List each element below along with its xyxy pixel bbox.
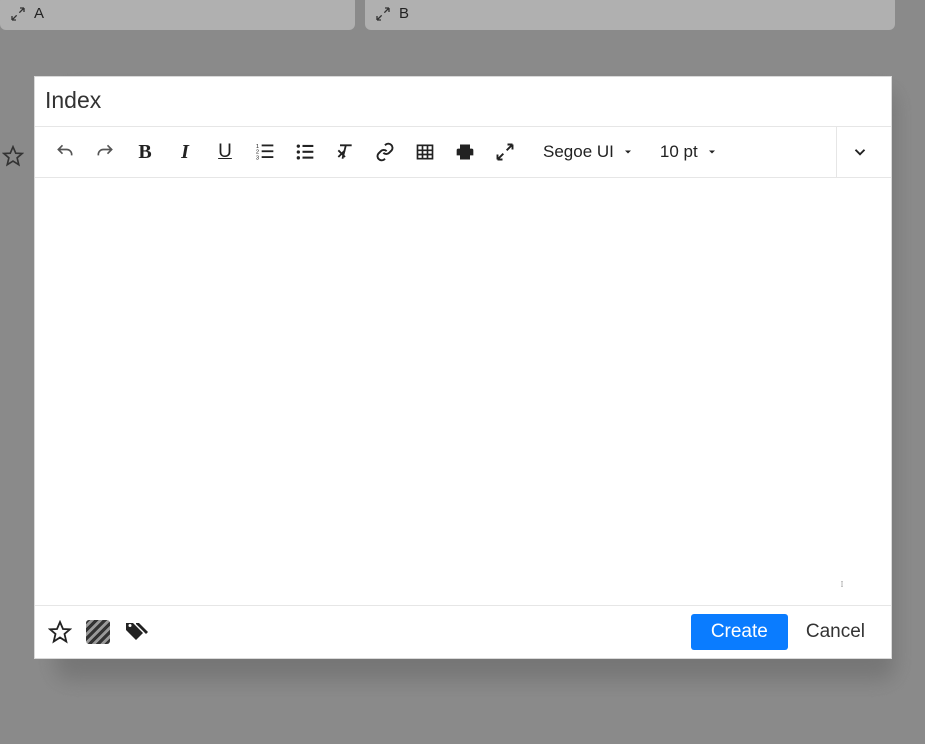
editor-modal: Index B I U 123 Sego [34,76,892,659]
modal-footer: Create Cancel [35,606,891,658]
texture-button[interactable] [83,617,113,647]
editor-toolbar: B I U 123 Segoe UI 10 pt [35,127,891,178]
print-button[interactable] [447,135,483,169]
background-card-b: B [365,0,895,30]
redo-button[interactable] [87,135,123,169]
expand-icon [10,6,26,22]
card-b-label: B [399,5,409,22]
unordered-list-icon [295,142,315,162]
clear-formatting-button[interactable] [327,135,363,169]
star-icon [48,620,72,644]
text-cursor-icon [841,573,843,595]
create-button[interactable]: Create [691,614,788,650]
favorite-button[interactable] [45,617,75,647]
cancel-button[interactable]: Cancel [796,614,875,650]
card-a-label: A [34,5,44,22]
tag-icon [124,620,148,644]
toolbar-separator [836,127,837,177]
link-icon [375,142,395,162]
bold-button[interactable]: B [127,135,163,169]
clear-format-icon [335,142,355,162]
chevron-down-icon [851,143,869,161]
italic-button[interactable]: I [167,135,203,169]
undo-icon [55,142,75,162]
ordered-list-button[interactable]: 123 [247,135,283,169]
modal-title: Index [35,77,891,127]
caret-down-icon [706,146,718,158]
favorite-star-background[interactable] [2,145,24,172]
editor-textarea[interactable] [35,178,891,606]
expand-icon [375,6,391,22]
font-size-value: 10 pt [660,142,698,162]
fullscreen-button[interactable] [487,135,523,169]
table-icon [415,142,435,162]
font-size-dropdown[interactable]: 10 pt [644,142,724,162]
undo-button[interactable] [47,135,83,169]
redo-icon [95,142,115,162]
table-button[interactable] [407,135,443,169]
unordered-list-button[interactable] [287,135,323,169]
font-family-value: Segoe UI [543,142,614,162]
underline-button[interactable]: U [207,135,243,169]
link-button[interactable] [367,135,403,169]
print-icon [455,142,475,162]
fullscreen-icon [495,142,515,162]
svg-text:3: 3 [256,156,259,162]
tag-button[interactable] [121,617,151,647]
toolbar-overflow-button[interactable] [841,143,879,161]
caret-down-icon [622,146,634,158]
font-family-dropdown[interactable]: Segoe UI [527,142,640,162]
ordered-list-icon: 123 [255,142,275,162]
hatch-icon [86,620,110,644]
background-card-a: A [0,0,355,30]
